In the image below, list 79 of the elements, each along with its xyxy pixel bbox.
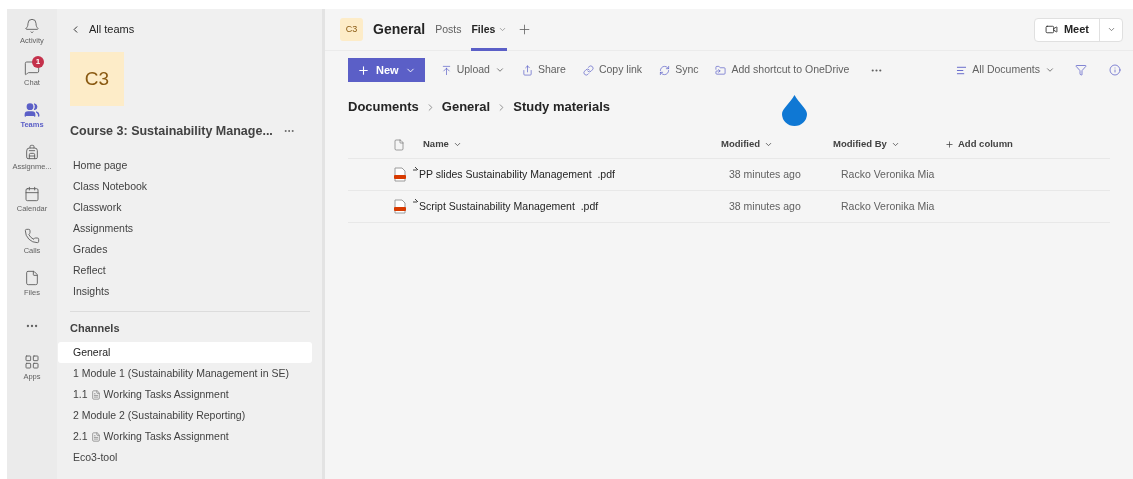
column-header[interactable]: Modified — [721, 137, 833, 152]
table-cell-text: Racko Veronika Mia — [841, 166, 935, 182]
filter-icon[interactable] — [1075, 64, 1087, 76]
phone-icon — [24, 228, 40, 244]
chevron-down-icon — [498, 25, 508, 34]
table-cell-text: 38 minutes ago — [729, 198, 802, 214]
calendar-icon — [24, 186, 40, 202]
column-header[interactable]: Modified By — [833, 137, 945, 152]
document-icon — [90, 389, 101, 400]
toolbar-button[interactable]: Copy link — [582, 62, 643, 78]
tab[interactable]: Posts — [435, 8, 462, 51]
file-row[interactable]: PP slides Sustainability Management .pdf 38 minutes ago Racko Veronika Mia — [348, 159, 1110, 191]
toolbar-button[interactable]: Upload — [440, 62, 505, 78]
channel-item[interactable]: Eco3-tool — [58, 447, 312, 468]
view-selector[interactable]: All Documents — [956, 62, 1055, 78]
channel-title: General — [373, 20, 426, 39]
chevron-down-icon — [1106, 25, 1116, 34]
toolbar-button[interactable]: Add shortcut to OneDrive — [715, 62, 850, 78]
document-icon — [90, 431, 101, 442]
chevron-down-icon — [1045, 65, 1055, 75]
nav-item[interactable]: Class Notebook — [70, 176, 310, 197]
people-icon — [24, 102, 40, 118]
pdf-file-icon — [393, 199, 407, 214]
info-icon[interactable] — [1109, 64, 1121, 76]
shortcut-icon — [715, 64, 727, 76]
plus-icon — [357, 63, 370, 77]
team-tile: C3 — [340, 18, 363, 41]
link-icon — [582, 64, 594, 76]
channel-item[interactable]: 2 Module 2 (Sustainability Reporting) — [58, 405, 312, 426]
nav-item[interactable]: Home page — [70, 155, 310, 176]
pdf-file-icon — [393, 167, 407, 182]
nav-item[interactable]: Assignments — [70, 218, 310, 239]
nav-item[interactable]: Reflect — [70, 260, 310, 281]
file-name[interactable]: PP slides Sustainability Management .pdf — [419, 166, 729, 183]
column-header[interactable]: Name — [423, 137, 721, 152]
chevron-down-icon — [890, 140, 900, 149]
bell-icon — [24, 18, 40, 34]
chat-icon — [24, 60, 40, 76]
add-column-button[interactable]: Add column — [945, 137, 1013, 152]
breadcrumb-item[interactable]: General — [441, 97, 491, 117]
file-icon — [24, 270, 40, 286]
channel-item[interactable]: 1 Module 1 (Sustainability Management in SE) — [58, 363, 312, 384]
toolbar-button[interactable]: Sync — [659, 62, 699, 78]
drop-icon — [782, 95, 807, 126]
table-cell-text: Racko Veronika Mia — [841, 198, 935, 214]
file-name[interactable]: Script Sustainability Management .pdf — [419, 198, 729, 215]
nav-item[interactable]: Classwork — [70, 197, 310, 218]
chevron-down-icon — [764, 140, 774, 149]
toolbar-button[interactable]: Share — [521, 62, 566, 78]
tab[interactable]: Files — [471, 8, 508, 51]
channel-item[interactable]: 2.1 Working Tasks Assignment — [58, 426, 312, 447]
back-link[interactable]: All teams — [70, 20, 310, 38]
notification-badge: 1 — [32, 56, 44, 68]
grid-icon — [24, 354, 40, 370]
nav-item[interactable]: Insights — [70, 281, 310, 302]
plus-icon — [945, 140, 954, 149]
share-icon — [521, 64, 533, 76]
shortcut-mark-icon — [413, 199, 419, 205]
channels-heading: Channels — [70, 320, 121, 336]
file-row[interactable]: Script Sustainability Management .pdf 38 minutes ago Racko Veronika Mia — [348, 191, 1110, 223]
new-button[interactable]: New — [348, 58, 425, 82]
nav-item[interactable]: Grades — [70, 239, 310, 260]
sync-icon — [659, 64, 671, 76]
team-tile: C3 — [70, 52, 124, 106]
table-cell-text: 38 minutes ago — [729, 166, 802, 182]
backpack-icon — [24, 144, 40, 160]
list-icon — [956, 64, 968, 76]
add-tab-icon[interactable] — [517, 22, 533, 37]
team-name: Course 3: Sustainability Manage... — [70, 122, 273, 140]
breadcrumb-item[interactable]: Study materials — [513, 97, 611, 117]
video-camera-icon — [1044, 23, 1058, 36]
chevron-down-icon — [494, 65, 505, 75]
chevron-down-icon — [452, 140, 462, 149]
channel-item[interactable]: 1.1 Working Tasks Assignment — [58, 384, 312, 405]
upload-icon — [440, 64, 452, 76]
breadcrumb-item[interactable]: Documents — [348, 97, 419, 117]
channel-item[interactable]: General — [58, 342, 312, 363]
shortcut-mark-icon — [413, 167, 419, 173]
file-type-icon — [393, 138, 405, 151]
